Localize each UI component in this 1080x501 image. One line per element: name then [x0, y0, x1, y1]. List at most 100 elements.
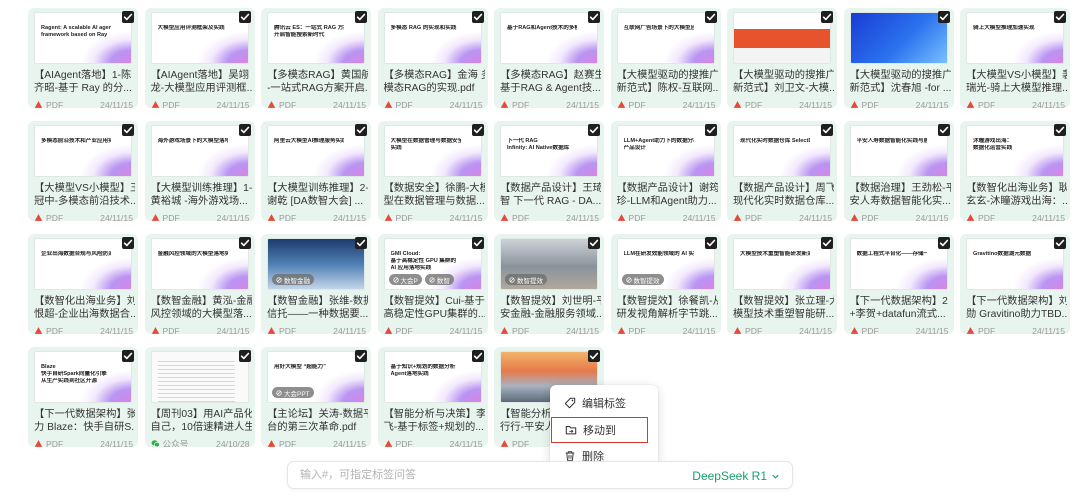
file-title[interactable]: 【多模态RAG】赵赛生 基于RAG & Agent技... [500, 69, 601, 95]
file-card[interactable]: 大模型技术重塑智能研发新范式【数智提效】张立理-大模型技术重塑智能研... PDF… [727, 234, 837, 334]
file-title[interactable]: 【数据安全】徐鹏-大模 型在数据管理与数据... [384, 182, 485, 208]
file-card[interactable]: 基于知识+规划的数据分析 Agent落地实践【智能分析与决策】李 飞-基于标签+规划… [377, 347, 488, 447]
file-card[interactable]: 互联网广告场景下的大模型应用探索与实践【大模型驱动的搜推广新范式】陈权-互联网.… [610, 8, 721, 108]
file-card[interactable]: 骑上大模型推理加速实现 【大模型VS小模型】裴 瑞光-骑上大模型推理... PDF 24… [960, 8, 1070, 108]
file-card[interactable]: 【周刊03】用AI产品化 自己，10倍速精进人生 公众号 24/10/28 [144, 347, 255, 447]
select-checkbox[interactable] [704, 11, 717, 23]
file-card[interactable]: 多模态 RAG 的实现和实践 【多模态RAG】金海 多模态RAG的实现.pdf PD… [377, 8, 488, 108]
file-title[interactable]: 【数智提效】刘世明-平 安金融-金融服务领域... [500, 295, 601, 321]
file-card[interactable]: Blaze 快手自研Spark向量化引擎 从生产实践到社区开源【下一代数据架构】张力… [28, 347, 138, 447]
file-thumbnail[interactable] [849, 12, 948, 64]
file-card[interactable]: Gravitino数据湖元数据【下一代数据架构】刘勋 Gravitino助力TB… [960, 234, 1070, 334]
file-thumbnail[interactable]: 金融风控领域的大模型落地实践 [150, 238, 249, 290]
file-thumbnail[interactable]: LLM在研发效能领域的 AI 实践 数智提效 [616, 238, 715, 290]
file-title[interactable]: 【下一代数据架构】刘勋 Gravitino助力TBD... [966, 295, 1067, 321]
file-title[interactable]: 【数智化出海业务】耿 玄玄-沐瞳游戏出海：... [966, 182, 1067, 208]
file-thumbnail[interactable]: Ragent: A scalable AI agent framework bas… [34, 12, 132, 64]
file-title[interactable]: 【大模型训练推理】1- 黄裕城 -海外游戏场... [151, 182, 252, 208]
select-checkbox[interactable] [122, 11, 134, 23]
file-thumbnail[interactable]: 大模型应用评测框架及实践 [150, 12, 249, 64]
file-thumbnail[interactable] [733, 12, 831, 64]
file-card[interactable]: 大模型应用评测框架及实践 【AIAgent落地】吴翊 龙-大模型应用评测框... PD… [144, 8, 255, 108]
file-card[interactable]: 用好大模型 “超能力” 大会PPT 【主论坛】关涛-数据平 台的第三次革命.pdf PD… [261, 347, 371, 447]
file-title[interactable]: 【数据产品设计】谢筠 珍-LLM和Agent助力... [617, 182, 718, 208]
select-checkbox[interactable] [122, 350, 134, 362]
select-checkbox[interactable] [588, 350, 600, 362]
file-card[interactable]: Ragent: A scalable AI agent framework bas… [28, 8, 138, 108]
file-thumbnail[interactable]: LLM+Agent助力下的数据分析 产品设计 [616, 125, 715, 177]
file-card[interactable]: 数智提效 【数智提效】刘世明-平 安金融-金融服务领域... PDF 24/11/15 [494, 234, 604, 334]
file-thumbnail[interactable]: Gravitino数据湖元数据 [966, 238, 1064, 290]
file-title[interactable]: 【多模态RAG】金海 多模态RAG的实现.pdf [384, 69, 485, 95]
file-title[interactable]: 【数智化出海业务】刘 恨超-企业出海数据合... [34, 295, 135, 321]
file-title[interactable]: 【大模型训练推理】2- 谢乾 [DA数智大会] ... [267, 182, 368, 208]
file-card[interactable]: 企业出海数据合规与风险防范 【数智化出海业务】刘 恨超-企业出海数据合... PDF 2… [28, 234, 138, 334]
file-card[interactable]: 阿里云大模型AI推理服务实践【大模型训练推理】2- 谢乾 [DA数智大会] ...… [261, 121, 371, 221]
file-thumbnail[interactable]: 数智提效 [500, 238, 598, 290]
file-card[interactable]: 下一代 RAG Infinity: AI Native数据库【数据产品设计】王琦智… [494, 121, 604, 221]
select-checkbox[interactable] [821, 11, 833, 23]
file-thumbnail[interactable]: 下一代 RAG Infinity: AI Native数据库 [500, 125, 598, 177]
select-checkbox[interactable] [588, 237, 600, 249]
file-card[interactable]: LLM+Agent助力下的数据分析 产品设计【数据产品设计】谢筠 珍-LLM和Age… [610, 121, 721, 221]
file-card[interactable]: 基于RAG和Agent技术的多模态助手实践【多模态RAG】赵赛生基于RAG & … [494, 8, 604, 108]
file-thumbnail[interactable]: 沐瞳游戏出海： 数据化运营实践 [966, 125, 1064, 177]
select-checkbox[interactable] [937, 237, 950, 249]
file-card[interactable]: GMI Cloud: 基于高稳定性 GPU 集群的 AI 应用落地实践 大会P 数智 【数… [377, 234, 488, 334]
model-selector[interactable]: DeepSeek R1 [692, 468, 780, 484]
select-checkbox[interactable] [588, 11, 600, 23]
file-thumbnail[interactable]: 骑上大模型推理加速实现 [966, 12, 1064, 64]
file-title[interactable]: 【周刊03】用AI产品化 自己，10倍速精进人生 [151, 408, 252, 434]
file-thumbnail[interactable]: 平安人寿数据智能化实践与展望 [849, 125, 948, 177]
file-card[interactable]: 金融风控领域的大模型落地实践【数智金融】黄泓-金融风控领域的大模型落... PDF… [144, 234, 255, 334]
file-title[interactable]: 【数据治理】王劲松-平 安人寿数据智能化实... [850, 182, 951, 208]
select-checkbox[interactable] [122, 124, 134, 136]
file-title[interactable]: 【大模型VS小模型】裴 瑞光-骑上大模型推理... [966, 69, 1067, 95]
select-checkbox[interactable] [122, 237, 134, 249]
file-thumbnail[interactable]: 基于知识+规划的数据分析 Agent落地实践 [383, 351, 482, 403]
select-checkbox[interactable] [1054, 237, 1066, 249]
file-thumbnail[interactable]: 互联网广告场景下的大模型应用探索与实践 [616, 12, 715, 64]
select-checkbox[interactable] [355, 11, 367, 23]
file-title[interactable]: 【大模型驱动的搜推广 新范式】沈春旭 -for ... [850, 69, 951, 95]
file-card[interactable]: 沐瞳游戏出海： 数据化运营实践 【数智化出海业务】耿 玄玄-沐瞳游戏出海：... PDF… [960, 121, 1070, 221]
select-checkbox[interactable] [238, 11, 251, 23]
select-checkbox[interactable] [355, 350, 367, 362]
file-title[interactable]: 【下一代数据架构】张力 Blaze：快手自研S... [34, 408, 135, 434]
file-title[interactable]: 【主论坛】关涛-数据平 台的第三次革命.pdf [267, 408, 368, 434]
file-thumbnail[interactable]: 大模型在数据管理与数据安全领域的实践 [383, 125, 482, 177]
file-thumbnail[interactable]: 现代化实时数据仓库 SelectDB [733, 125, 831, 177]
file-thumbnail[interactable]: 海外游戏场景下的大模型落地实践 [150, 125, 249, 177]
file-thumbnail[interactable]: Blaze 快手自研Spark向量化引擎 从生产实践到社区开源 [34, 351, 132, 403]
file-card[interactable]: 大模型在数据管理与数据安全领域的实践【数据安全】徐鹏-大模型在数据管理与数据..… [377, 121, 488, 221]
select-checkbox[interactable] [471, 350, 484, 362]
select-checkbox[interactable] [937, 124, 950, 136]
file-title[interactable]: 【数据产品设计】王琦智 下一代 RAG - DA... [500, 182, 601, 208]
file-card[interactable]: 腾讯云 ES：一站式 RAG 方案 开启智能搜索新时代 【多模态RAG】黄国航 -一站… [261, 8, 371, 108]
file-card[interactable]: 现代化实时数据仓库 SelectDB 【数据产品设计】周飞- 现代化实时数据仓库..… [727, 121, 837, 221]
file-card[interactable]: 海外游戏场景下的大模型落地实践【大模型训练推理】1-黄裕城 -海外游戏场... P… [144, 121, 255, 221]
file-title[interactable]: 【AIAgent落地】吴翊 龙-大模型应用评测框... [151, 69, 252, 95]
file-thumbnail[interactable]: 阿里云大模型AI推理服务实践 [267, 125, 365, 177]
file-card[interactable]: 数据工程式平台化——存储一体化【下一代数据架构】2+李贺+datafun流式..… [843, 234, 954, 334]
menu-item-edit-tags[interactable]: 编辑标签 [551, 390, 648, 416]
select-checkbox[interactable] [704, 124, 717, 136]
file-thumbnail[interactable]: 用好大模型 “超能力” 大会PPT [267, 351, 365, 403]
file-card[interactable]: 多模态前沿技术和产业应用实践【大模型VS小模型】王冠中-多模态前沿技术... PD… [28, 121, 138, 221]
file-thumbnail[interactable]: 基于RAG和Agent技术的多模态助手实践 [500, 12, 598, 64]
select-checkbox[interactable] [355, 124, 367, 136]
select-checkbox[interactable] [471, 11, 484, 23]
file-title[interactable]: 【智能分析与决策】李 飞-基于标签+规划的... [384, 408, 485, 434]
select-checkbox[interactable] [1054, 124, 1066, 136]
file-card[interactable]: 【大模型驱动的搜推广 新范式】沈春旭 -for ... PDF 24/11/15 [843, 8, 954, 108]
select-checkbox[interactable] [821, 237, 833, 249]
chat-input[interactable] [300, 467, 680, 483]
select-checkbox[interactable] [471, 237, 484, 249]
select-checkbox[interactable] [937, 11, 950, 23]
file-thumbnail[interactable]: 大模型技术重塑智能研发新范式 [733, 238, 831, 290]
file-title[interactable]: 【数智金融】黄泓-金融 风控领域的大模型落... [151, 295, 252, 321]
file-card[interactable]: 【大模型驱动的搜推广 新范式】刘卫文-大模... PDF 24/11/15 [727, 8, 837, 108]
file-title[interactable]: 【数智提效】张立理-大 模型技术重塑智能研... [733, 295, 834, 321]
file-title[interactable]: 【AIAgent落地】1-陈 齐昭-基于 Ray 的分... [34, 69, 135, 95]
file-thumbnail[interactable]: 企业出海数据合规与风险防范 [34, 238, 132, 290]
